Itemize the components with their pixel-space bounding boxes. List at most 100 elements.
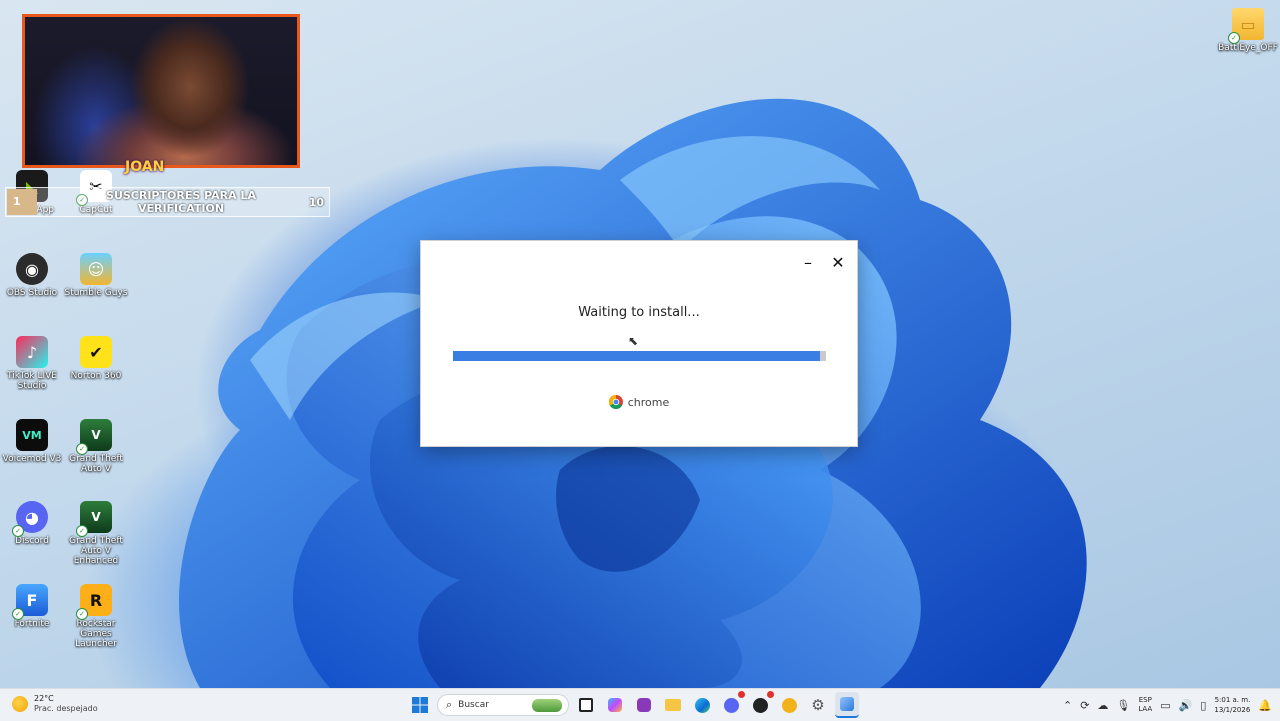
close-button[interactable]: ✕ xyxy=(825,251,851,273)
network-icon[interactable]: ▭ xyxy=(1160,699,1170,712)
file-explorer-button[interactable] xyxy=(661,693,685,717)
app-dark-button[interactable] xyxy=(748,691,774,717)
stumble-guys-icon: ☺ xyxy=(80,253,112,285)
goal-text: SUSCRIPTORES PARA LA VERIFICATION xyxy=(106,189,256,215)
progress-bar xyxy=(453,351,826,361)
desktop: ◣ App ◉ OBS Studio ♪ TikTok LIVE Studio … xyxy=(0,0,1280,688)
voicemod-icon: VM xyxy=(16,419,48,451)
norton-icon: ✔ xyxy=(80,336,112,368)
desktop-icon-label: Grand Theft Auto V Enhanced xyxy=(69,536,123,566)
desktop-icon-tiktok-live[interactable]: ♪ TikTok LIVE Studio xyxy=(0,336,64,391)
sync-check-icon: ✓ xyxy=(1228,32,1240,44)
language-indicator[interactable]: ESP LAA xyxy=(1138,696,1152,714)
system-tray: ⌃ ⟳ ☁ 🎙 ESP LAA ▭ 🔊 ▯ 5:01 a. m. 13/1/20… xyxy=(1063,692,1272,718)
goal-current: 1 xyxy=(7,189,37,215)
minimize-button[interactable]: – xyxy=(795,251,821,273)
desktop-icon-label: TikTok LIVE Studio xyxy=(7,371,57,391)
taskbar-search[interactable]: ⌕ Buscar xyxy=(437,694,569,716)
language-top: ESP xyxy=(1138,696,1152,704)
weather-widget[interactable]: 22°C Prac. despejado xyxy=(12,694,98,714)
gta-icon: V ✓ xyxy=(76,501,112,537)
notification-bell-icon[interactable]: 🔔 xyxy=(1258,699,1272,712)
battery-icon[interactable]: ▯ xyxy=(1200,699,1206,712)
mouse-cursor-icon: ⬉ xyxy=(628,334,639,348)
copilot-button[interactable] xyxy=(603,693,627,717)
edge-icon xyxy=(694,697,710,713)
sync-check-icon: ✓ xyxy=(12,608,24,620)
tiktok-live-icon: ♪ xyxy=(16,336,48,368)
desktop-icon-label: Voicemod V3 xyxy=(2,454,62,464)
chrome-label: chrome xyxy=(627,395,670,409)
desktop-icon-label: Rockstar Games Launcher xyxy=(75,619,117,649)
chrome-icon xyxy=(608,395,623,409)
webcam-overlay: JOAN xyxy=(22,14,300,175)
language-bottom: LAA xyxy=(1138,705,1153,713)
sync-check-icon: ✓ xyxy=(76,443,88,455)
weather-temp: 22°C xyxy=(34,694,54,703)
progress-fill xyxy=(453,351,821,361)
rockstar-icon: R ✓ xyxy=(76,584,112,620)
cloud-icon[interactable]: ☁ xyxy=(1097,699,1108,712)
obs-icon: ◉ xyxy=(16,253,48,285)
desktop-icon-fortnite[interactable]: F ✓ Fortnite xyxy=(0,584,64,629)
installer-brand: chrome xyxy=(421,395,857,409)
desktop-icon-label: Discord xyxy=(15,536,49,546)
sync-icon[interactable]: ⟳ xyxy=(1080,699,1089,712)
chevron-up-icon[interactable]: ⌃ xyxy=(1063,699,1072,712)
desktop-icon-label: Norton 360 xyxy=(70,371,122,381)
installer-dialog: – ✕ Waiting to install... ⬉ chrome xyxy=(421,241,857,446)
taskbar-apps: ⌕ Buscar ⚙ xyxy=(408,691,859,718)
settings-button[interactable]: ⚙ xyxy=(806,693,830,717)
discord-icon xyxy=(723,697,739,713)
app-button[interactable] xyxy=(632,693,656,717)
start-button[interactable] xyxy=(408,693,432,717)
discord-icon: ◕ ✓ xyxy=(12,501,48,537)
discord-taskbar-button[interactable] xyxy=(719,691,745,717)
notification-badge xyxy=(738,691,745,698)
desktop-icon-gta-v[interactable]: V ✓ Grand Theft Auto V xyxy=(64,419,128,474)
installer-icon xyxy=(840,697,854,711)
edge-button[interactable] xyxy=(690,693,714,717)
desktop-icon-gta-v-enhanced[interactable]: V ✓ Grand Theft Auto V Enhanced xyxy=(64,501,128,566)
copilot-icon xyxy=(608,698,622,712)
clock[interactable]: 5:01 a. m. 13/1/2026 xyxy=(1214,695,1250,715)
overlay-brand: JOAN xyxy=(125,159,165,175)
folder-icon: ▭ ✓ xyxy=(1228,8,1264,44)
desktop-icon-norton[interactable]: ✔ Norton 360 xyxy=(64,336,128,381)
subscriber-goal-bar: 1 SUSCRIPTORES PARA LA VERIFICATION 10 xyxy=(5,187,330,217)
gear-icon: ⚙ xyxy=(811,696,825,714)
desktop-icon-label: Fortnite xyxy=(14,619,50,629)
windows-icon xyxy=(412,697,428,713)
weather-sun-icon xyxy=(12,696,28,712)
instagram-icon xyxy=(637,698,651,712)
coin-icon xyxy=(781,697,797,713)
desktop-icon-label: BattlEye_OFF xyxy=(1218,43,1278,53)
installer-status: Waiting to install... xyxy=(578,305,700,320)
notification-badge xyxy=(767,691,774,698)
desktop-icon-label: Grand Theft Auto V xyxy=(69,454,123,474)
clock-date: 13/1/2026 xyxy=(1214,706,1251,714)
folder-icon xyxy=(665,699,681,711)
sync-check-icon: ✓ xyxy=(12,525,24,537)
desktop-icon-stumble-guys[interactable]: ☺ Stumble Guys xyxy=(64,253,128,298)
search-placeholder: Buscar xyxy=(458,700,489,710)
desktop-icon-rockstar[interactable]: R ✓ Rockstar Games Launcher xyxy=(64,584,128,649)
fortnite-icon: F ✓ xyxy=(12,584,48,620)
desktop-icon-voicemod[interactable]: VM Voicemod V3 xyxy=(0,419,64,464)
task-view-button[interactable] xyxy=(574,693,598,717)
sync-check-icon: ✓ xyxy=(76,608,88,620)
volume-icon[interactable]: 🔊 xyxy=(1179,699,1193,712)
app-dark-icon xyxy=(752,697,768,713)
desktop-icon-discord[interactable]: ◕ ✓ Discord xyxy=(0,501,64,546)
installer-taskbar-button[interactable] xyxy=(835,692,859,718)
desktop-icon-label: Stumble Guys xyxy=(64,288,128,298)
search-icon: ⌕ xyxy=(446,698,453,711)
gta-icon: V ✓ xyxy=(76,419,112,455)
desktop-icon-label: OBS Studio xyxy=(6,288,58,298)
desktop-icon-obs[interactable]: ◉ OBS Studio xyxy=(0,253,64,298)
taskbar: 22°C Prac. despejado ⌕ Buscar ⚙ ⌃ ⟳ ☁ � xyxy=(0,688,1280,721)
search-highlight-icon xyxy=(532,699,562,712)
desktop-icon-battleye[interactable]: ▭ ✓ BattlEye_OFF xyxy=(1216,8,1280,53)
microphone-icon[interactable]: 🎙 xyxy=(1116,699,1130,712)
app-gold-button[interactable] xyxy=(777,693,801,717)
